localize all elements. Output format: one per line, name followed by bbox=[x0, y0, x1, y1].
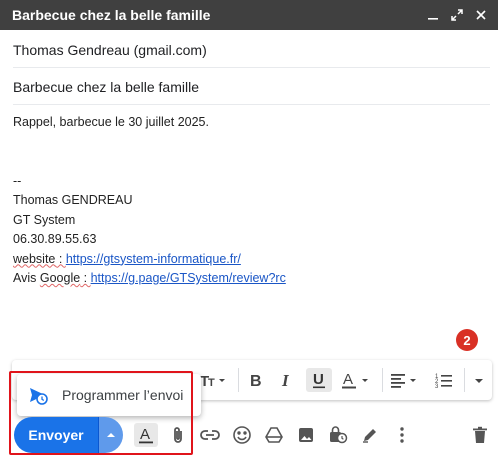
recipients-field[interactable]: Thomas Gendreau (gmail.com) bbox=[13, 32, 490, 68]
send-button[interactable]: Envoyer bbox=[14, 417, 98, 453]
website-label: website bbox=[13, 251, 56, 266]
close-icon[interactable] bbox=[472, 6, 490, 24]
avis-colon: : bbox=[80, 271, 91, 285]
formatting-toggle-icon[interactable]: A bbox=[134, 423, 158, 447]
signature-website-line: website : https://gtsystem-informatique.… bbox=[13, 250, 483, 270]
message-body[interactable]: Rappel, barbecue le 30 juillet 2025. -- … bbox=[13, 113, 483, 289]
chevron-up-icon bbox=[107, 433, 115, 437]
compose-window-title: Barbecue chez la belle famille bbox=[12, 7, 211, 23]
google-label: Google bbox=[39, 271, 81, 285]
text-size-icon[interactable]: TT bbox=[198, 368, 230, 392]
signature-company: GT System bbox=[13, 212, 76, 227]
signature-separator: -- bbox=[13, 173, 22, 188]
more-formatting-icon[interactable] bbox=[470, 368, 488, 392]
attach-icon[interactable] bbox=[166, 423, 190, 447]
schedule-send-label[interactable]: Programmer l’envoi bbox=[62, 387, 183, 403]
signature-review-line: Avis Google : https://g.page/GTSystem/re… bbox=[13, 269, 483, 289]
send-options-button[interactable] bbox=[99, 417, 123, 453]
avis-label: Avis bbox=[13, 271, 40, 285]
delete-icon[interactable] bbox=[468, 423, 492, 447]
send-button-group: Envoyer bbox=[14, 417, 123, 453]
minimize-icon[interactable] bbox=[424, 6, 442, 24]
recipient-chip[interactable]: Thomas Gendreau (gmail.com) bbox=[13, 42, 207, 58]
italic-icon[interactable]: I bbox=[276, 368, 298, 392]
bold-icon[interactable]: B bbox=[245, 368, 267, 392]
svg-text:3: 3 bbox=[435, 384, 439, 389]
align-icon[interactable] bbox=[388, 368, 422, 392]
schedule-send-icon bbox=[28, 385, 48, 405]
link-icon[interactable] bbox=[198, 423, 222, 447]
photo-icon[interactable] bbox=[294, 423, 318, 447]
signature-icon[interactable] bbox=[358, 423, 382, 447]
more-options-icon[interactable] bbox=[390, 423, 414, 447]
review-link[interactable]: https://g.page/GTSystem/review?rc bbox=[91, 271, 286, 285]
body-line: Rappel, barbecue le 30 juillet 2025. bbox=[13, 115, 209, 129]
svg-text:B: B bbox=[250, 373, 262, 389]
svg-text:U: U bbox=[313, 371, 324, 388]
svg-text:A: A bbox=[343, 371, 353, 388]
expand-icon[interactable] bbox=[448, 6, 466, 24]
schedule-send-menu[interactable]: Programmer l’envoi bbox=[17, 374, 201, 416]
underline-icon[interactable]: U bbox=[306, 368, 332, 392]
drive-icon[interactable] bbox=[262, 423, 286, 447]
text-color-icon[interactable]: A bbox=[340, 368, 374, 392]
svg-text:A: A bbox=[140, 426, 150, 443]
step-badge: 2 bbox=[456, 329, 478, 351]
emoji-icon[interactable] bbox=[230, 423, 254, 447]
website-colon: : bbox=[55, 251, 66, 266]
list-icon[interactable]: 123 bbox=[432, 368, 456, 392]
signature-name: Thomas GENDREAU bbox=[13, 193, 133, 207]
signature-phone: 06.30.89.55.63 bbox=[13, 232, 97, 246]
subject-field[interactable]: Barbecue chez la belle famille bbox=[13, 69, 490, 105]
compose-title-bar[interactable]: Barbecue chez la belle famille bbox=[0, 0, 498, 30]
confidential-icon[interactable] bbox=[326, 423, 350, 447]
subject-text: Barbecue chez la belle famille bbox=[13, 78, 199, 95]
svg-text:T: T bbox=[208, 377, 215, 389]
website-link[interactable]: https://gtsystem-informatique.fr/ bbox=[66, 252, 241, 266]
svg-text:I: I bbox=[281, 371, 290, 389]
